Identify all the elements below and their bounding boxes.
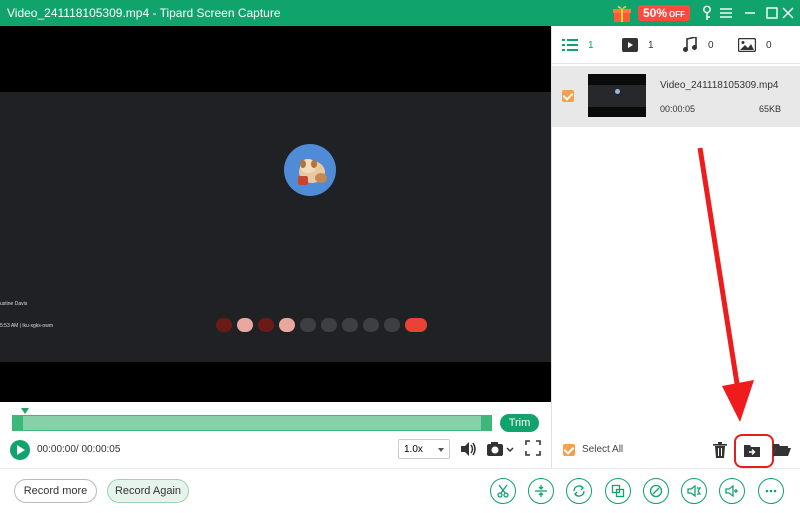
file-size: 65KB <box>758 104 781 114</box>
more-icon[interactable] <box>758 478 784 504</box>
merge-icon[interactable] <box>528 478 554 504</box>
open-folder-icon[interactable] <box>770 438 794 462</box>
trim-track[interactable] <box>12 408 492 431</box>
camera-icon <box>279 318 295 332</box>
promo-badge[interactable]: 50% OFF <box>612 2 691 24</box>
meeting-controls <box>216 318 427 332</box>
bottom-toolbar: Record more Record Again <box>0 468 800 513</box>
media-tabs: 1 1 0 0 <box>552 26 800 64</box>
tab-video[interactable]: 1 <box>622 36 654 54</box>
emoji-icon <box>321 318 337 332</box>
select-all-checkbox[interactable] <box>563 444 575 456</box>
tab-count: 1 <box>648 39 654 51</box>
volume-boost-icon[interactable] <box>719 478 745 504</box>
file-list-panel: 1 1 0 0 Video_241118105309.mp4 00:00:05 … <box>551 26 800 468</box>
captions-icon <box>300 318 316 332</box>
fullscreen-icon[interactable] <box>525 440 541 461</box>
scissors-icon[interactable] <box>490 478 516 504</box>
record-more-button[interactable]: Record more <box>14 479 97 503</box>
tab-count: 0 <box>708 39 714 51</box>
window-title: Video_241118105309.mp4 - Tipard Screen C… <box>7 6 281 20</box>
trim-button[interactable]: Trim <box>500 414 539 432</box>
raise-hand-icon <box>363 318 379 332</box>
camera-snapshot-icon[interactable] <box>486 440 516 463</box>
title-bar: Video_241118105309.mp4 - Tipard Screen C… <box>0 0 800 26</box>
video-thumbnail <box>588 74 646 117</box>
present-icon <box>342 318 358 332</box>
speed-value: 1.0x <box>404 443 423 455</box>
meeting-time-code: 5:53 AM | iku-xgks-owm <box>0 323 53 329</box>
tab-count: 0 <box>766 39 772 51</box>
file-checkbox[interactable] <box>562 90 574 102</box>
meeting-frame: ustine Davis 5:53 AM | iku-xgks-owm <box>0 92 551 362</box>
video-preview[interactable]: ustine Davis 5:53 AM | iku-xgks-owm <box>0 26 551 402</box>
crop-icon[interactable] <box>605 478 631 504</box>
close-icon[interactable] <box>777 0 799 26</box>
trim-start-handle[interactable] <box>13 416 23 430</box>
camera-off-icon <box>258 318 274 332</box>
playback-controls: 00:00:00/ 00:00:05 1.0x <box>0 438 551 468</box>
record-again-button[interactable]: Record Again <box>107 479 189 503</box>
play-icon[interactable] <box>10 440 30 460</box>
tab-image[interactable]: 0 <box>738 36 772 54</box>
discount-label: 50% OFF <box>638 5 691 21</box>
end-call-icon <box>405 318 427 332</box>
tab-all[interactable]: 1 <box>562 36 594 54</box>
menu-icon[interactable] <box>715 0 737 26</box>
tab-count: 1 <box>588 39 594 51</box>
file-name: Video_241118105309.mp4 <box>660 80 779 91</box>
trash-icon[interactable] <box>708 438 732 462</box>
volume-icon[interactable] <box>459 440 477 463</box>
tab-audio[interactable]: 0 <box>682 36 714 54</box>
participant-avatar <box>284 144 336 196</box>
panel-footer: Select All <box>552 432 800 468</box>
minimize-icon[interactable] <box>739 0 761 26</box>
mic-off-icon <box>216 318 232 332</box>
image-icon <box>738 38 756 52</box>
timecode: 00:00:00/ 00:00:05 <box>37 444 121 455</box>
gift-icon <box>612 3 632 23</box>
participant-name: ustine Davis <box>0 301 28 307</box>
mic-icon <box>237 318 253 332</box>
music-icon <box>683 37 697 52</box>
more-options-icon <box>384 318 400 332</box>
highlight-box <box>734 434 774 468</box>
list-icon <box>562 39 578 51</box>
timeline: Trim <box>0 402 551 438</box>
rotate-icon[interactable] <box>566 478 592 504</box>
file-duration: 00:00:05 <box>660 104 696 114</box>
annotation-arrow <box>697 147 754 422</box>
playhead-marker[interactable] <box>21 408 29 414</box>
select-all-label: Select All <box>582 444 624 455</box>
list-item[interactable]: Video_241118105309.mp4 00:00:05 65KB <box>552 66 800 127</box>
speed-select[interactable]: 1.0x <box>398 439 450 459</box>
video-icon <box>622 38 638 52</box>
edit-metadata-icon[interactable] <box>643 478 669 504</box>
audio-compress-icon[interactable] <box>681 478 707 504</box>
chevron-down-icon <box>438 448 444 452</box>
trim-end-handle[interactable] <box>481 416 491 430</box>
